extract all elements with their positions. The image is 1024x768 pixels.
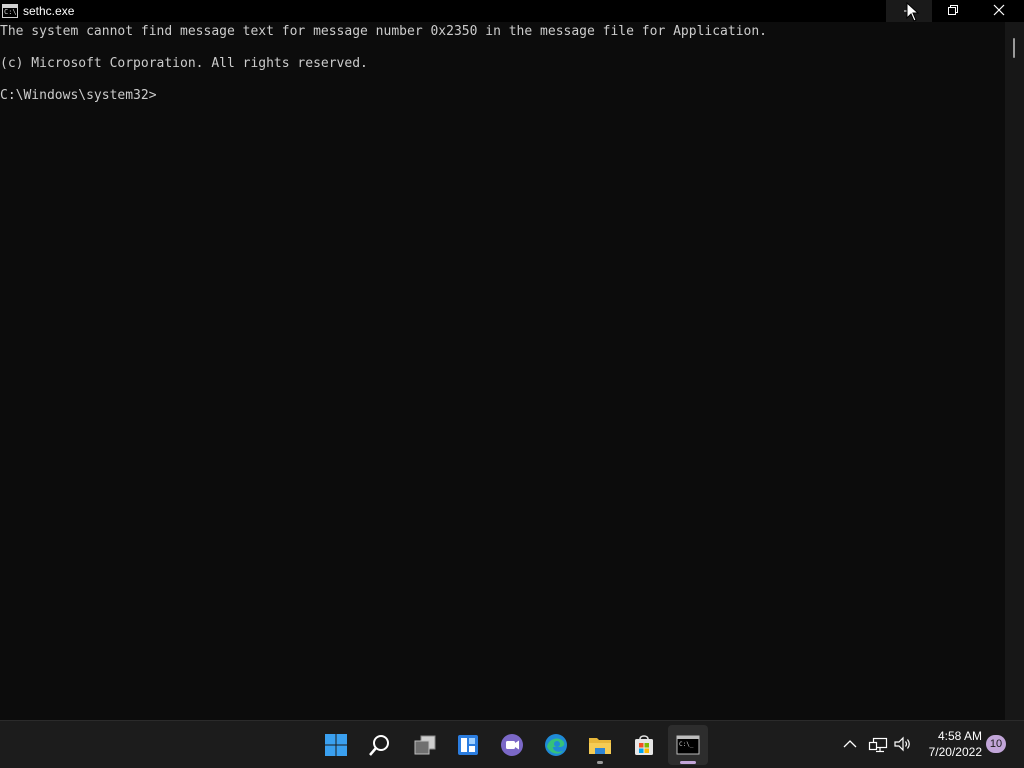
console-output[interactable]: The system cannot find message text for … [0, 22, 1004, 720]
notification-badge[interactable]: 10 [986, 735, 1006, 753]
taskbar: C:\_ 4:58 AM 7/20/2022 10 [0, 720, 1024, 768]
terminal-icon: C:\_ [676, 735, 700, 755]
store-icon [635, 735, 653, 755]
scroll-thumb[interactable] [1013, 38, 1015, 58]
file-explorer-button[interactable] [580, 725, 620, 765]
chevron-up-icon[interactable] [842, 737, 858, 751]
folder-icon [589, 738, 611, 754]
edge-browser-icon [545, 734, 567, 756]
cmd-icon: C:\ [2, 4, 18, 18]
start-button[interactable] [316, 725, 356, 765]
mouse-cursor-icon [906, 2, 920, 22]
close-button[interactable] [976, 0, 1022, 22]
task-view-button[interactable] [405, 725, 445, 765]
close-icon [993, 4, 1005, 16]
vertical-scrollbar[interactable] [1005, 22, 1024, 720]
teams-chat-icon [501, 734, 523, 756]
volume-icon[interactable] [893, 735, 913, 753]
clock-date: 7/20/2022 [928, 745, 982, 759]
console-line: The system cannot find message text for … [0, 24, 768, 39]
widgets-button[interactable] [448, 725, 488, 765]
search-button[interactable] [360, 725, 400, 765]
console-line: (c) Microsoft Corporation. All rights re… [0, 56, 368, 71]
command-prompt-window: C:\ sethc.exe The system cannot find mes… [0, 0, 1024, 720]
console-prompt[interactable]: C:\Windows\system32> [0, 88, 157, 104]
chat-button[interactable] [492, 725, 532, 765]
windows-logo-icon [325, 734, 347, 756]
title-bar[interactable]: C:\ sethc.exe [0, 0, 1024, 22]
active-indicator [680, 761, 696, 764]
svg-text:C:\_: C:\_ [679, 741, 694, 748]
store-button[interactable] [624, 725, 664, 765]
task-view-icon [414, 735, 436, 755]
running-indicator [597, 761, 603, 764]
widgets-icon [458, 735, 478, 755]
edge-button[interactable] [536, 725, 576, 765]
command-prompt-taskbar-button[interactable]: C:\_ [668, 725, 708, 765]
maximize-button[interactable] [930, 0, 976, 22]
system-clock[interactable]: 4:58 AM 7/20/2022 [918, 728, 982, 760]
window-title: sethc.exe [23, 4, 75, 18]
search-icon [369, 735, 389, 756]
restore-icon [948, 5, 958, 15]
clock-time: 4:58 AM [937, 729, 982, 743]
network-icon[interactable] [868, 735, 888, 753]
